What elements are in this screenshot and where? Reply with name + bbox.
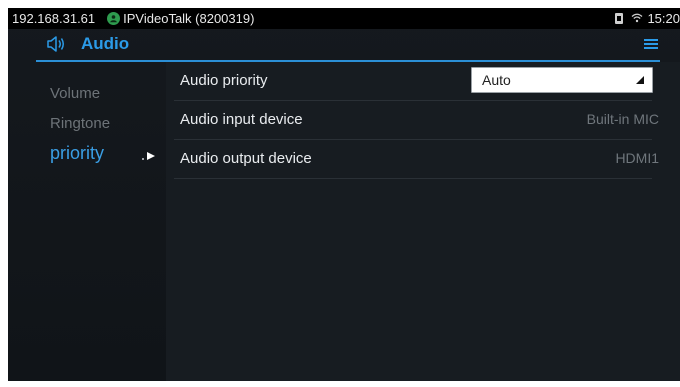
screen: 192.168.31.61 IPVideoTalk (8200319) 15:2… (8, 8, 680, 381)
select-value: Auto (482, 72, 511, 88)
setting-row-audio-output[interactable]: Audio output device HDMI1 (174, 140, 659, 179)
audio-priority-select[interactable]: Auto (471, 67, 653, 93)
page-header: Audio (36, 29, 660, 62)
sidebar-item-ringtone[interactable]: Ringtone (50, 115, 110, 132)
setting-row-audio-priority: Audio priority Auto (174, 62, 653, 101)
setting-value: HDMI1 (615, 150, 659, 166)
dropdown-caret-icon (636, 76, 644, 84)
sidebar-item-volume[interactable]: Volume (50, 85, 100, 102)
setting-label: Audio input device (180, 111, 303, 128)
status-icons: 15:20 (615, 8, 680, 29)
sim-icon (615, 13, 624, 24)
settings-panel: Audio priority Auto Audio input device B… (166, 62, 680, 381)
clock: 15:20 (647, 11, 680, 26)
sidebar: Volume Ringtone priority (8, 62, 166, 381)
setting-row-audio-input[interactable]: Audio input device Built-in MIC (174, 101, 659, 140)
wifi-icon (631, 12, 643, 26)
ip-address: 192.168.31.61 (12, 11, 96, 26)
page-title: Audio (81, 34, 130, 53)
account-status-icon (107, 12, 121, 25)
status-bar: 192.168.31.61 IPVideoTalk (8200319) 15:2… (8, 8, 680, 29)
account-name: IPVideoTalk (8200319) (123, 11, 255, 26)
active-indicator-icon (142, 152, 155, 160)
setting-value: Built-in MIC (586, 111, 659, 127)
menu-icon[interactable] (644, 39, 658, 51)
setting-label: Audio priority (180, 72, 268, 89)
sidebar-item-priority[interactable]: priority (50, 143, 104, 164)
speaker-icon (47, 36, 64, 52)
setting-label: Audio output device (180, 150, 312, 167)
